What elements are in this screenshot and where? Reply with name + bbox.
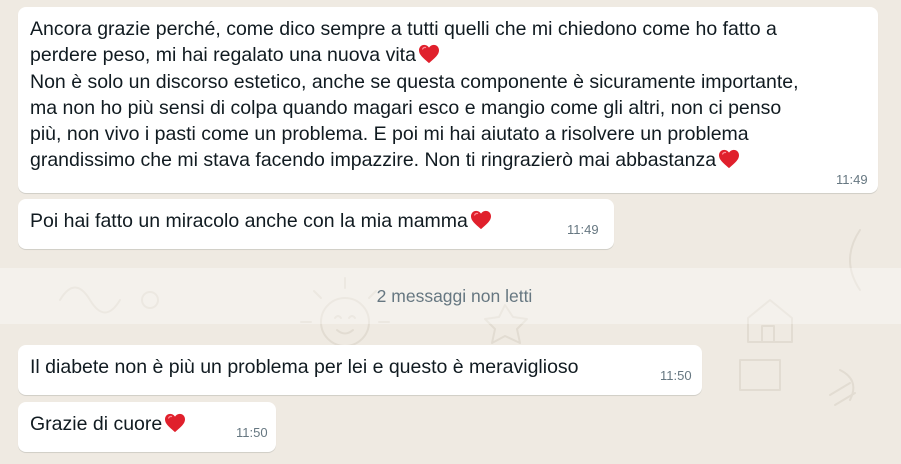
- message-line: Il diabete non è più un problema per lei…: [30, 356, 579, 378]
- message-timestamp: 11:50: [236, 425, 268, 440]
- message-line: perdere peso, mi hai regalato una nuova …: [30, 44, 416, 67]
- message-bubble[interactable]: Grazie di cuore 11:50: [18, 402, 276, 452]
- message-text: Il diabete non è più un problema per lei…: [30, 354, 579, 380]
- unread-messages-label: 2 messaggi non letti: [376, 285, 533, 306]
- message-line: Poi hai fatto un miracolo anche con la m…: [30, 210, 468, 232]
- message-line: Non è solo un discorso estetico, anche s…: [30, 70, 799, 93]
- message-bubble[interactable]: Il diabete non è più un problema per lei…: [18, 345, 702, 395]
- message-line: grandissimo che mi stava facendo impazzi…: [30, 149, 717, 172]
- message-timestamp: 11:50: [660, 368, 692, 383]
- unread-messages-divider: 2 messaggi non letti: [0, 268, 901, 324]
- heart-emoji-icon: [165, 413, 186, 433]
- message-line: ma non ho più sensi di colpa quando maga…: [30, 96, 782, 119]
- message-timestamp: 11:49: [567, 222, 599, 237]
- message-timestamp: 11:49: [836, 172, 868, 187]
- message-text: Ancora grazie perché, come dico sempre a…: [30, 16, 799, 174]
- message-line: Grazie di cuore: [30, 413, 163, 435]
- message-line: più, non vivo i pasti come un problema. …: [30, 123, 749, 146]
- message-bubble[interactable]: Poi hai fatto un miracolo anche con la m…: [18, 199, 614, 249]
- message-line: Ancora grazie perché, come dico sempre a…: [30, 18, 777, 40]
- heart-emoji-icon: [470, 210, 491, 230]
- heart-emoji-icon: [418, 45, 439, 64]
- heart-emoji-icon: [719, 150, 740, 169]
- message-text: Grazie di cuore: [30, 411, 186, 437]
- message-bubble[interactable]: Ancora grazie perché, come dico sempre a…: [18, 7, 878, 193]
- message-text: Poi hai fatto un miracolo anche con la m…: [30, 208, 492, 234]
